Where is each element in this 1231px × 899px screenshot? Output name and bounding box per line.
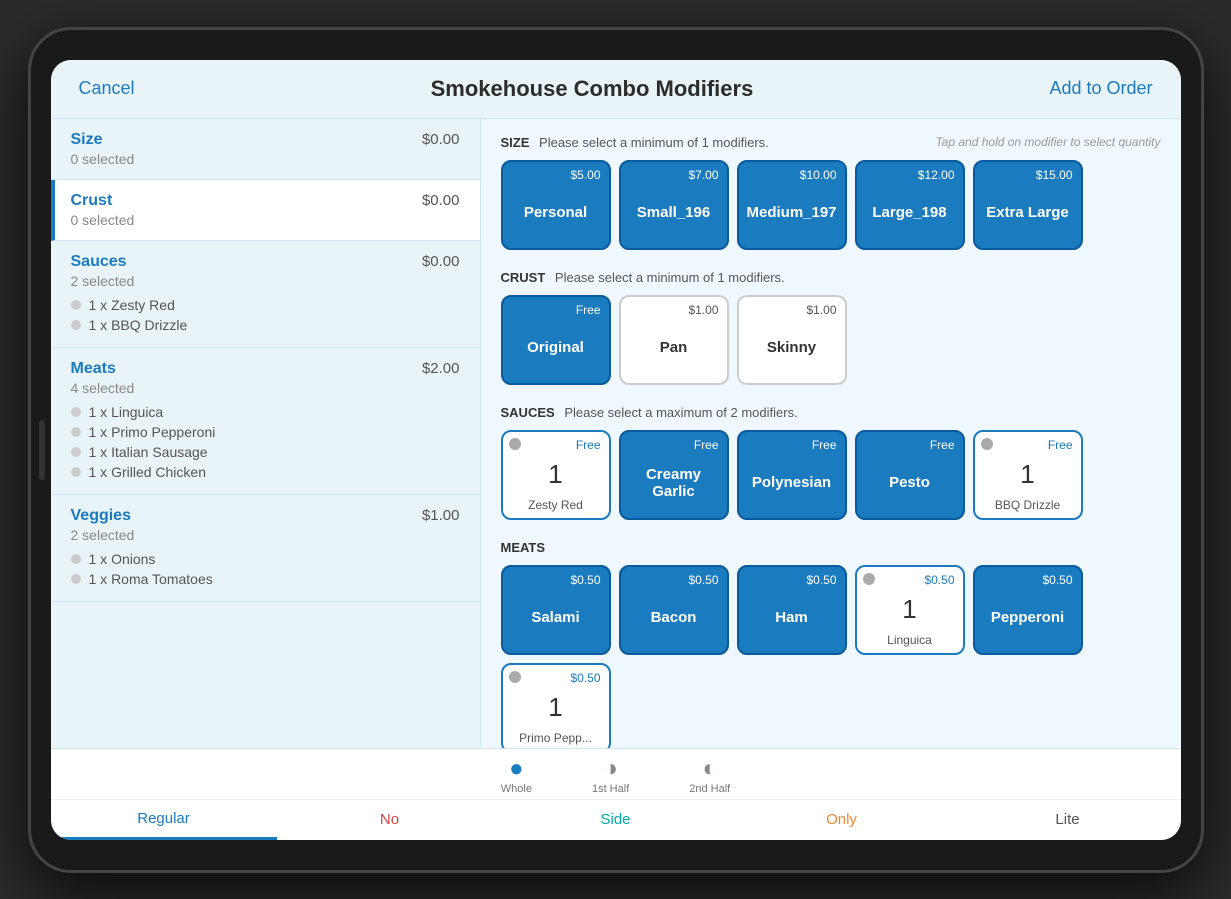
modifier-zesty-red[interactable]: Free 1 Zesty Red [501, 430, 611, 520]
modifier-small[interactable]: $7.00 Small_196 [619, 160, 729, 250]
sidebar-item-meats[interactable]: Meats $2.00 4 selected 1 x Linguica 1 x … [51, 348, 480, 495]
sidebar: Size $0.00 0 selected Crust $0.00 0 sele… [51, 119, 481, 748]
section-crust: CRUST Please select a minimum of 1 modif… [501, 270, 1161, 385]
flavor-row: Regular No Side Only Lite [51, 800, 1181, 840]
tablet-frame: Cancel Smokehouse Combo Modifiers Add to… [31, 30, 1201, 870]
modifier-linguica[interactable]: $0.50 1 Linguica [855, 565, 965, 655]
sidebar-item-size[interactable]: Size $0.00 0 selected [51, 119, 480, 180]
position-2nd-half[interactable]: ◐ 2nd Half [689, 757, 730, 795]
sauces-modifier-grid: Free 1 Zesty Red Free Creamy Garlic Free [501, 430, 1161, 520]
list-item: 1 x Zesty Red [71, 295, 460, 315]
cancel-button[interactable]: Cancel [79, 78, 135, 99]
position-1st-half[interactable]: ◑ 1st Half [592, 757, 629, 795]
list-item: 1 x Linguica [71, 402, 460, 422]
flavor-tab-lite[interactable]: Lite [955, 800, 1181, 840]
modifier-bacon[interactable]: $0.50 Bacon [619, 565, 729, 655]
modifier-primo-pepperoni[interactable]: $0.50 1 Primo Pepp... [501, 663, 611, 748]
modifier-creamy-garlic[interactable]: Free Creamy Garlic [619, 430, 729, 520]
page-title: Smokehouse Combo Modifiers [431, 76, 754, 102]
crust-modifier-grid: Free Original $1.00 Pan $1.00 Skinny [501, 295, 1161, 385]
list-item: 1 x Roma Tomatoes [71, 569, 460, 589]
list-item: 1 x Onions [71, 549, 460, 569]
add-to-order-button[interactable]: Add to Order [1049, 78, 1152, 99]
modifier-salami[interactable]: $0.50 Salami [501, 565, 611, 655]
position-whole[interactable]: ● Whole [501, 757, 532, 795]
list-item: 1 x Primo Pepperoni [71, 422, 460, 442]
flavor-tab-no[interactable]: No [277, 800, 503, 840]
size-modifier-grid: $5.00 Personal $7.00 Small_196 $10.00 Me… [501, 160, 1161, 250]
list-item: 1 x Grilled Chicken [71, 462, 460, 482]
meats-modifier-grid: $0.50 Salami $0.50 Bacon $0.50 Ham [501, 565, 1161, 748]
position-selector-row: ● Whole ◑ 1st Half ◐ 2nd Half [51, 749, 1181, 800]
modifier-pepperoni[interactable]: $0.50 Pepperoni [973, 565, 1083, 655]
sidebar-item-veggies[interactable]: Veggies $1.00 2 selected 1 x Onions 1 x … [51, 495, 480, 602]
modifier-large[interactable]: $12.00 Large_198 [855, 160, 965, 250]
flavor-tab-regular[interactable]: Regular [51, 800, 277, 840]
flavor-tab-only[interactable]: Only [729, 800, 955, 840]
modifier-pesto[interactable]: Free Pesto [855, 430, 965, 520]
list-item: 1 x BBQ Drizzle [71, 315, 460, 335]
section-sauces: SAUCES Please select a maximum of 2 modi… [501, 405, 1161, 520]
modifier-personal[interactable]: $5.00 Personal [501, 160, 611, 250]
modifier-ham[interactable]: $0.50 Ham [737, 565, 847, 655]
sidebar-item-crust[interactable]: Crust $0.00 0 selected [51, 180, 480, 241]
modifier-pan[interactable]: $1.00 Pan [619, 295, 729, 385]
flavor-tab-side[interactable]: Side [503, 800, 729, 840]
right-panel: SIZE Please select a minimum of 1 modifi… [481, 119, 1181, 748]
modifier-skinny[interactable]: $1.00 Skinny [737, 295, 847, 385]
modifier-extra-large[interactable]: $15.00 Extra Large [973, 160, 1083, 250]
bottom-section: ● Whole ◑ 1st Half ◐ 2nd Half Regular No… [51, 748, 1181, 840]
screen: Cancel Smokehouse Combo Modifiers Add to… [51, 60, 1181, 840]
modifier-original[interactable]: Free Original [501, 295, 611, 385]
section-meats: MEATS $0.50 Salami $0.50 Bacon [501, 540, 1161, 748]
modifier-medium[interactable]: $10.00 Medium_197 [737, 160, 847, 250]
list-item: 1 x Italian Sausage [71, 442, 460, 462]
main-content: Size $0.00 0 selected Crust $0.00 0 sele… [51, 119, 1181, 748]
modifier-bbq-drizzle[interactable]: Free 1 BBQ Drizzle [973, 430, 1083, 520]
section-size: SIZE Please select a minimum of 1 modifi… [501, 135, 1161, 250]
modifier-polynesian[interactable]: Free Polynesian [737, 430, 847, 520]
header: Cancel Smokehouse Combo Modifiers Add to… [51, 60, 1181, 119]
sidebar-item-sauces[interactable]: Sauces $0.00 2 selected 1 x Zesty Red 1 … [51, 241, 480, 348]
